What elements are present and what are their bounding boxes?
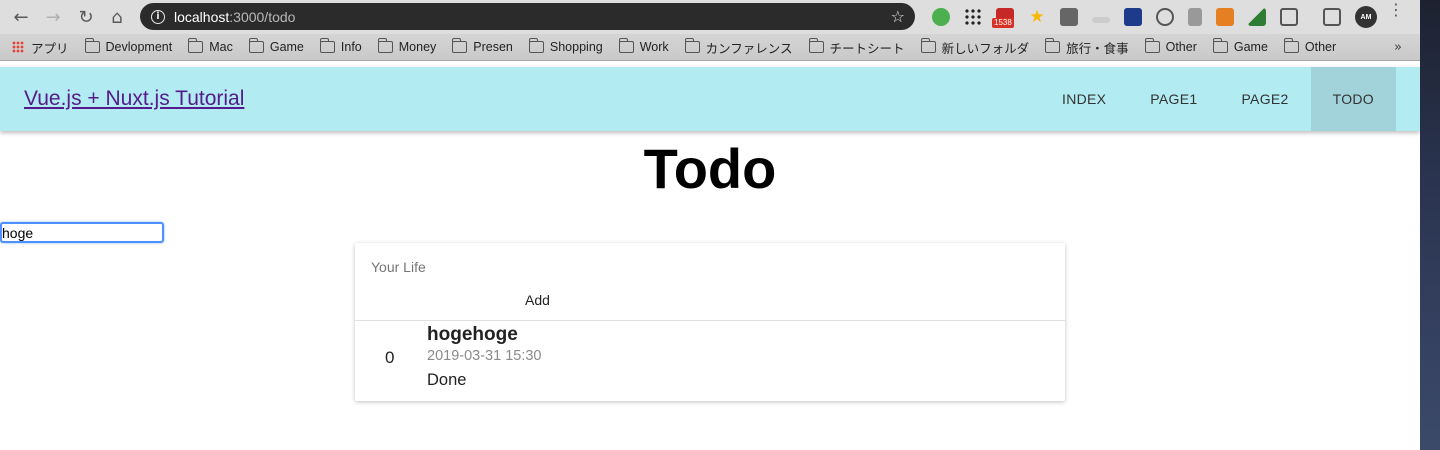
apps-icon [12,41,24,53]
forward-arrow-icon[interactable]: → [41,5,65,29]
site-info-icon[interactable]: i [151,9,165,24]
bookmark-label: Mac [209,40,233,54]
todo-card: Your Life Add 0 hogehoge 2019-03-31 15:3… [355,243,1065,401]
profile-avatar[interactable]: AM [1355,6,1377,28]
bookmark-label: Money [398,40,437,54]
bookmark-label: カンファレンス [705,41,793,56]
todo-date: 2019-03-31 15:30 [427,348,542,364]
bookmark-item[interactable]: 新しいフォルダ [920,38,1030,57]
nav-item-index[interactable]: INDEX [1040,67,1128,131]
bookmark-item[interactable]: Other [1144,38,1197,54]
bookmark-label: Info [340,40,362,54]
mail-count-badge: 1538 [992,18,1014,28]
bookmarks-more-icon[interactable]: » [1394,40,1402,55]
bookmark-item[interactable]: カンファレンス [684,38,793,57]
bookmark-label: Other [1165,40,1197,54]
folder-icon [684,38,700,53]
fox-extension-icon[interactable] [1216,8,1234,26]
chat-extension-icon[interactable] [1156,8,1174,26]
nav-item-page2[interactable]: PAGE2 [1219,67,1310,131]
bookmark-label: Shopping [549,40,603,54]
folder-icon [528,38,544,53]
todo-name: hogehoge [427,324,518,345]
desktop-background [1420,0,1440,450]
address-bar[interactable]: i localhost:3000/todo ☆ [140,3,915,30]
gmail-checker-icon[interactable]: 1538 [992,8,1014,28]
url-path: :3000/todo [229,8,296,25]
folder-icon [84,38,100,53]
grid-extension-icon[interactable] [964,8,982,26]
bookmark-item[interactable]: 旅行・食事 [1045,38,1129,57]
screenshot-extension-icon[interactable] [1280,8,1298,26]
todo-input[interactable] [0,222,164,243]
folder-icon [188,38,204,53]
list-item[interactable]: 0 hogehoge 2019-03-31 15:30 Done [355,321,1065,401]
nav-item-page1[interactable]: PAGE1 [1128,67,1219,131]
bookmark-label: Other [1304,40,1337,54]
folder-icon [1283,38,1299,53]
folder-icon [1144,38,1160,53]
browser-menu-icon[interactable]: ⋮ [1388,2,1404,18]
dev-extension-icon[interactable] [1188,8,1202,26]
bookmark-label: Game [1233,40,1268,54]
bookmark-item[interactable]: Game [248,38,304,54]
todo-status[interactable]: Done [427,371,466,390]
browser-toolbar: ← → ↻ ⌂ i localhost:3000/todo ☆ 1538 ★ A… [0,0,1420,34]
folder-icon [248,38,264,53]
folder-icon [618,38,634,53]
bookmark-item[interactable]: Presen [452,38,513,54]
folder-icon [377,38,393,53]
extensions-area: 1538 ★ [925,5,1348,29]
bookmark-label: 旅行・食事 [1066,41,1129,56]
bookmark-item[interactable]: Game [1212,38,1268,54]
star-extension-icon[interactable]: ★ [1028,8,1046,26]
bookmark-item[interactable]: Other [1283,38,1337,54]
nav-item-todo[interactable]: TODO [1310,67,1396,131]
url-text: localhost:3000/todo [174,9,295,25]
bookmark-item[interactable]: Info [319,38,362,54]
vue-devtools-icon[interactable] [1248,8,1266,26]
folder-icon [808,38,824,53]
todo-index: 0 [385,348,395,367]
download-extension-icon[interactable] [1060,8,1078,26]
bookmark-item[interactable]: チートシート [808,38,905,57]
bookmark-item[interactable]: アプリ [12,38,69,57]
folder-icon [920,38,936,53]
nav-menu: INDEX PAGE1 PAGE2 TODO [1040,67,1396,131]
bookmark-item[interactable]: Shopping [528,38,603,54]
app-title-link[interactable]: Vue.js + Nuxt.js Tutorial [24,87,244,111]
bookmark-item[interactable]: Devlopment [84,38,173,54]
add-button[interactable]: Add [515,292,560,308]
save-extension-icon[interactable] [1124,8,1142,26]
page-title: Todo [643,137,777,200]
folder-icon [1212,38,1228,53]
bookmark-star-icon[interactable]: ☆ [891,7,905,26]
home-icon[interactable]: ⌂ [105,5,129,29]
bookmark-item[interactable]: Work [618,38,669,54]
app-header: Vue.js + Nuxt.js Tutorial INDEX PAGE1 PA… [0,67,1420,131]
bookmark-label: Game [269,40,304,54]
folder-icon [319,38,335,53]
pen-extension-icon[interactable] [1092,17,1110,23]
bookmark-label: チートシート [829,41,905,56]
bookmark-item[interactable]: Money [377,38,437,54]
cast-icon[interactable] [1323,8,1341,26]
back-arrow-icon[interactable]: ← [9,5,33,29]
reload-icon[interactable]: ↻ [74,5,98,29]
bookmarks-bar: アプリ Devlopment Mac Game Info Money Presen Shopp… [0,34,1420,61]
bookmark-label: Work [639,40,669,54]
bookmark-label: Devlopment [105,40,173,54]
folder-icon [452,38,468,53]
bookmark-label: Presen [473,40,513,54]
evernote-extension-icon[interactable] [932,8,950,26]
card-subheader: Your Life [371,259,426,275]
bookmark-label: アプリ [31,41,69,56]
url-host: localhost [174,8,230,25]
bookmark-item[interactable]: Mac [188,38,233,54]
bookmark-label: 新しいフォルダ [941,41,1030,56]
folder-icon [1045,38,1061,53]
